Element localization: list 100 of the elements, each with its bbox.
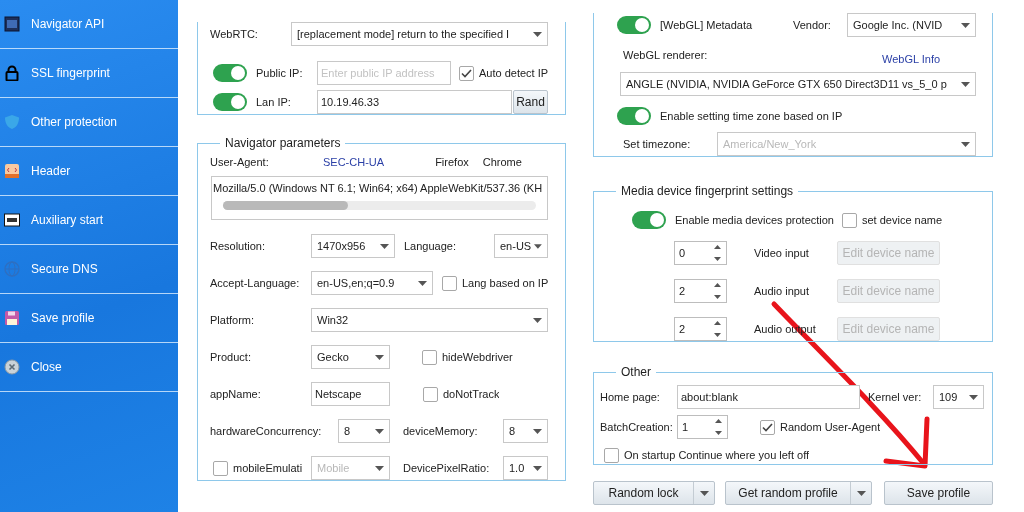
- checkbox[interactable]: Auto detect IP: [459, 65, 549, 81]
- dropdown[interactable]: en-US: [494, 234, 548, 258]
- caret-icon: [969, 394, 978, 400]
- checkbox[interactable]: On startup Continue where you left off: [604, 447, 810, 463]
- field-label: Accept-Language:: [210, 277, 301, 289]
- caret-icon: [375, 465, 384, 471]
- webgl-info-link[interactable]: WebGL Info: [882, 53, 952, 65]
- rand-button[interactable]: Rand: [513, 90, 548, 114]
- field-label: Public IP:: [256, 67, 304, 79]
- checkbox[interactable]: Lang based on IP: [442, 275, 549, 291]
- field-label: Product:: [210, 351, 252, 363]
- checkbox[interactable]: set device name: [842, 212, 943, 228]
- checkmark-icon: [461, 68, 472, 78]
- caret-icon: [856, 490, 866, 496]
- caret-icon: [699, 490, 709, 496]
- caret-icon: [534, 243, 542, 249]
- sidebar-item[interactable]: Save profile: [0, 294, 178, 343]
- field-label: DevicePixelRatio:: [403, 462, 491, 474]
- field-label: Kernel ver:: [868, 391, 923, 403]
- field-label: User-Agent:: [210, 156, 270, 168]
- horizontal-scrollbar[interactable]: [223, 201, 536, 210]
- checkbox[interactable]: doNotTrack: [423, 386, 500, 402]
- toggle-switch[interactable]: [632, 211, 666, 229]
- dropdown[interactable]: 1.0: [503, 456, 548, 480]
- shield-icon: [4, 114, 20, 130]
- terminal-icon: [4, 212, 20, 228]
- dropdown[interactable]: Win32: [311, 308, 548, 332]
- text-field[interactable]: about:blank: [677, 385, 860, 409]
- sidebar-item[interactable]: Auxiliary start: [0, 196, 178, 245]
- field-label: WebGL renderer:: [623, 49, 709, 61]
- user-agent-field[interactable]: Mozilla/5.0 (Windows NT 6.1; Win64; x64) AppleWebKit/537.36 (KH: [211, 176, 548, 220]
- checkbox[interactable]: Random User-Agent: [760, 419, 881, 435]
- split-button[interactable]: Get random profile: [725, 481, 872, 505]
- dropdown[interactable]: en-US,en;q=0.9: [311, 271, 433, 295]
- sidebar-item[interactable]: Other protection: [0, 98, 178, 147]
- toggle-switch[interactable]: [617, 16, 651, 34]
- dropdown[interactable]: 8: [503, 419, 548, 443]
- checkbox[interactable]: mobileEmulati: [213, 460, 303, 476]
- dropdown[interactable]: 8: [338, 419, 390, 443]
- field-label: BatchCreation:: [600, 421, 674, 433]
- preset-button[interactable]: Chrome: [482, 156, 522, 168]
- save-profile-button[interactable]: Save profile: [884, 481, 993, 505]
- field-label: WebRTC:: [210, 28, 259, 40]
- text-field[interactable]: Enter public IP address: [317, 61, 451, 85]
- sidebar-item[interactable]: Secure DNS: [0, 245, 178, 294]
- user-agent-text: Mozilla/5.0 (Windows NT 6.1; Win64; x64) AppleWebKit/537.36 (KH: [213, 182, 544, 194]
- caret-icon: [380, 243, 389, 249]
- spin-arrows-icon: [713, 282, 722, 300]
- checkbox[interactable]: hideWebdriver: [422, 349, 513, 365]
- dropdown[interactable]: Gecko: [311, 345, 390, 369]
- sidebar-item[interactable]: Header: [0, 147, 178, 196]
- dropdown[interactable]: Google Inc. (NVID: [847, 13, 976, 37]
- spin-arrows-icon: [713, 244, 722, 262]
- number-spinner[interactable]: 1: [677, 415, 728, 439]
- sidebar-item[interactable]: Navigator API: [0, 0, 178, 49]
- text-field[interactable]: 10.19.46.33: [317, 90, 512, 114]
- sec-ch-ua-link[interactable]: SEC-CH-UA: [323, 156, 385, 168]
- caret-icon: [375, 428, 384, 434]
- field-label: Platform:: [210, 314, 255, 326]
- split-button[interactable]: Random lock: [593, 481, 715, 505]
- field-label: Audio input: [754, 285, 811, 297]
- lock-icon: [4, 65, 20, 81]
- caret-icon: [961, 141, 970, 147]
- toggle-switch[interactable]: [213, 64, 247, 82]
- field-label: appName:: [210, 388, 262, 400]
- dropdown[interactable]: 1470x956: [311, 234, 395, 258]
- group-title: Other: [621, 365, 651, 379]
- dropdown[interactable]: 109: [933, 385, 984, 409]
- globe-icon: [4, 261, 20, 277]
- document-icon: [4, 163, 20, 179]
- spin-arrows-icon: [714, 418, 723, 436]
- dropdown[interactable]: ANGLE (NVIDIA, NVIDIA GeForce GTX 650 Direct3D11 vs_5_0 p: [620, 72, 976, 96]
- caret-icon: [533, 428, 542, 434]
- field-label: Home page:: [600, 391, 661, 403]
- caret-icon: [418, 280, 427, 286]
- field-label: Language:: [404, 240, 457, 252]
- field-label: deviceMemory:: [403, 425, 479, 437]
- screen-icon: [4, 16, 20, 32]
- text-field[interactable]: Netscape: [311, 382, 390, 406]
- caret-icon: [533, 31, 542, 37]
- field-label: Enable media devices protection: [675, 214, 835, 226]
- toggle-switch[interactable]: [213, 93, 247, 111]
- field-label: Video input: [754, 247, 810, 259]
- sidebar-item[interactable]: SSL fingerprint: [0, 49, 178, 98]
- caret-icon: [961, 81, 970, 87]
- group-title: Navigator parameters: [225, 136, 341, 150]
- checkmark-icon: [762, 422, 773, 432]
- dropdown[interactable]: [replacement mode] return to the specified I: [291, 22, 548, 46]
- caret-icon: [533, 317, 542, 323]
- field-label: Set timezone:: [623, 138, 692, 150]
- field-label: hardwareConcurrency:: [210, 425, 323, 437]
- field-label: Vendor:: [793, 19, 832, 31]
- field-label: Resolution:: [210, 240, 267, 252]
- sidebar-item[interactable]: Close: [0, 343, 178, 392]
- caret-icon: [375, 354, 384, 360]
- field-label: [WebGL] Metadata: [660, 19, 754, 31]
- field-label: Enable setting time zone based on IP: [660, 110, 844, 122]
- group-title: Media device fingerprint settings: [621, 184, 794, 198]
- spin-arrows-icon: [713, 320, 722, 338]
- preset-button[interactable]: Firefox: [435, 156, 469, 168]
